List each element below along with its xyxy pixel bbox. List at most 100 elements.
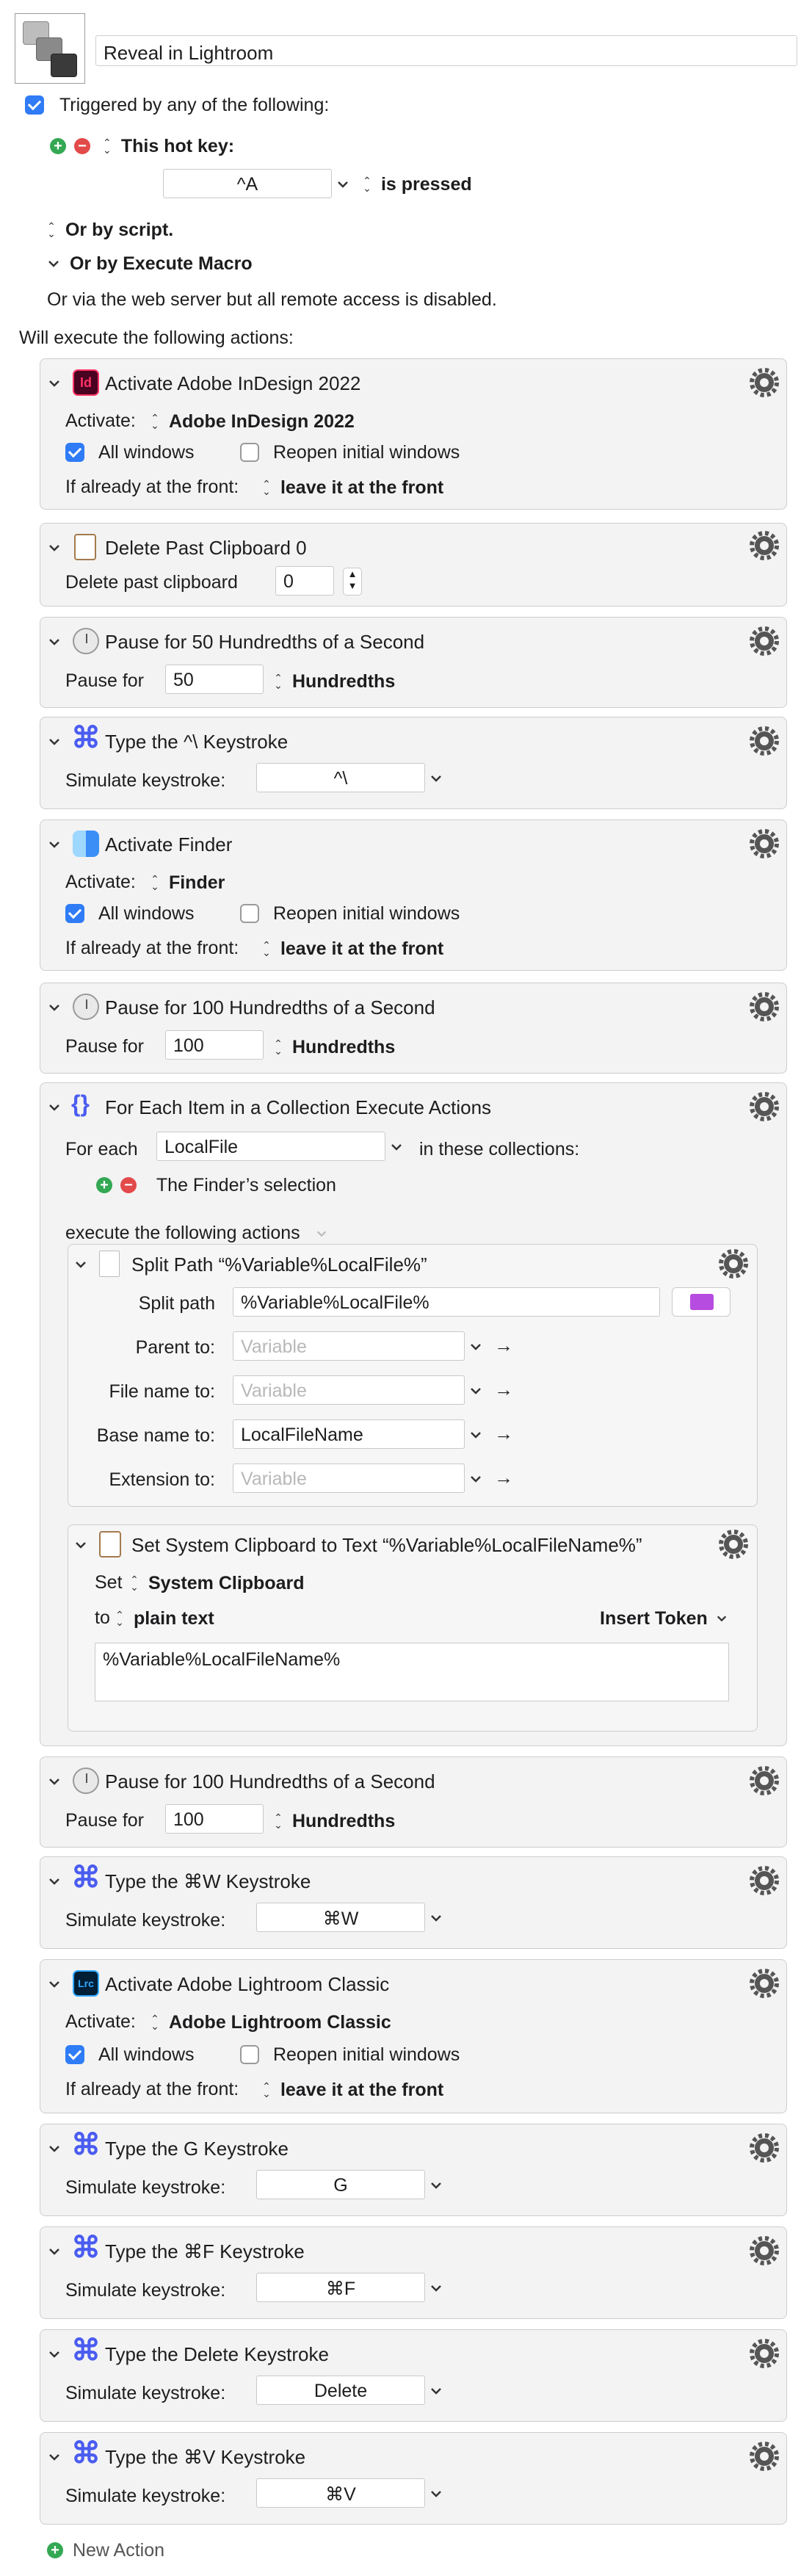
all-windows-option[interactable]: All windows: [65, 441, 195, 463]
arrow-right-icon[interactable]: →: [494, 1378, 513, 1401]
chevron-down-icon[interactable]: [336, 178, 349, 191]
collapse-chevron-icon[interactable]: [74, 1258, 87, 1271]
folder-picker-button[interactable]: [672, 1287, 731, 1317]
collapse-chevron-icon[interactable]: [48, 838, 61, 851]
filename-variable-field[interactable]: Variable: [233, 1375, 465, 1405]
pause-value-field[interactable]: 100: [165, 1030, 264, 1060]
chevron-down-icon[interactable]: [390, 1140, 403, 1154]
all-windows-checkbox[interactable]: [65, 443, 84, 463]
pause-value-field[interactable]: 100: [165, 1804, 264, 1834]
macro-icon[interactable]: [15, 13, 85, 84]
action-pause-100[interactable]: Pause for 100 Hundredths of a Second Pau…: [40, 983, 787, 1074]
remove-collection-button[interactable]: −: [120, 1177, 137, 1194]
trigger-checkbox[interactable]: [25, 95, 44, 115]
action-pause-100-b[interactable]: Pause for 100 Hundredths of a Second Pau…: [40, 1756, 787, 1848]
action-type-cmd-f[interactable]: ⌘ Type the ⌘F Keystroke Simulate keystro…: [40, 2226, 787, 2319]
action-type-ctrl-backslash[interactable]: ⌘ Type the ^\ Keystroke Simulate keystro…: [40, 717, 787, 809]
reopen-checkbox[interactable]: [240, 904, 259, 924]
front-selector[interactable]: ⌃ ⌄ leave it at the front: [262, 477, 443, 499]
keystroke-field[interactable]: ⌘F: [256, 2273, 425, 2302]
action-set-clipboard[interactable]: Set System Clipboard to Text “%Variable%…: [68, 1524, 758, 1732]
chevron-down-icon[interactable]: [429, 2282, 443, 2295]
hotkey-state[interactable]: ⌃ ⌄ is pressed: [363, 173, 472, 195]
action-activate-indesign[interactable]: Id Activate Adobe InDesign 2022 Activate…: [40, 358, 787, 510]
collapse-chevron-icon[interactable]: [48, 1875, 61, 1888]
add-trigger-button[interactable]: +: [50, 138, 66, 155]
or-by-script[interactable]: ⌃ ⌄ Or by script.: [47, 219, 173, 241]
gear-icon[interactable]: [750, 2442, 779, 2471]
parent-variable-field[interactable]: Variable: [233, 1331, 465, 1361]
all-windows-option[interactable]: All windows: [65, 2044, 195, 2066]
collapse-chevron-icon[interactable]: [48, 635, 61, 648]
chevron-down-icon[interactable]: [429, 2487, 443, 2500]
collapse-chevron-icon[interactable]: [48, 2450, 61, 2464]
arrow-right-icon[interactable]: →: [494, 1466, 513, 1489]
reopen-option[interactable]: Reopen initial windows: [240, 441, 460, 463]
gear-icon[interactable]: [750, 531, 779, 560]
new-action-button[interactable]: + New Action: [47, 2539, 164, 2561]
front-selector[interactable]: ⌃ ⌄ leave it at the front: [262, 2079, 443, 2101]
gear-icon[interactable]: [719, 1530, 748, 1559]
front-selector[interactable]: ⌃ ⌄ leave it at the front: [262, 938, 443, 960]
all-windows-checkbox[interactable]: [65, 904, 84, 924]
gear-icon[interactable]: [750, 1092, 779, 1121]
collapse-chevron-icon[interactable]: [48, 1001, 61, 1014]
reopen-checkbox[interactable]: [240, 443, 259, 463]
chevron-down-icon[interactable]: [469, 1340, 482, 1353]
add-collection-button[interactable]: +: [96, 1177, 112, 1194]
text-format-selector[interactable]: ⌃ ⌄ plain text: [115, 1607, 214, 1629]
collapse-chevron-icon[interactable]: [48, 2348, 61, 2361]
app-selector[interactable]: ⌃ ⌄ Finder: [151, 872, 225, 894]
chevron-down-icon[interactable]: [429, 1911, 443, 1925]
reopen-checkbox[interactable]: [240, 2045, 259, 2065]
gear-icon[interactable]: [750, 2339, 779, 2368]
arrow-right-icon[interactable]: →: [494, 1422, 513, 1445]
keystroke-field[interactable]: ⌘W: [256, 1903, 425, 1932]
macro-name-field[interactable]: Reveal in Lightroom: [95, 35, 797, 66]
gear-icon[interactable]: [750, 726, 779, 756]
action-type-cmd-w[interactable]: ⌘ Type the ⌘W Keystroke Simulate keystro…: [40, 1856, 787, 1949]
gear-icon[interactable]: [750, 368, 779, 397]
clipboard-target-selector[interactable]: ⌃ ⌄ System Clipboard: [130, 1572, 304, 1594]
action-delete-past-clipboard[interactable]: Delete Past Clipboard 0 Delete past clip…: [40, 523, 787, 607]
all-windows-option[interactable]: All windows: [65, 902, 195, 925]
chevron-down-icon[interactable]: [469, 1428, 482, 1441]
action-type-cmd-v[interactable]: ⌘ Type the ⌘V Keystroke Simulate keystro…: [40, 2432, 787, 2525]
gear-icon[interactable]: [750, 1766, 779, 1795]
action-split-path[interactable]: Split Path “%Variable%LocalFile%” Split …: [68, 1244, 758, 1507]
gear-icon[interactable]: [750, 829, 779, 858]
gear-icon[interactable]: [750, 2133, 779, 2163]
gear-icon[interactable]: [750, 626, 779, 656]
app-selector[interactable]: ⌃ ⌄ Adobe InDesign 2022: [151, 410, 355, 433]
gear-icon[interactable]: [750, 1866, 779, 1895]
pause-value-field[interactable]: 50: [165, 665, 264, 694]
gear-icon[interactable]: [750, 2236, 779, 2265]
remove-trigger-button[interactable]: −: [73, 138, 90, 155]
gear-icon[interactable]: [750, 992, 779, 1021]
extension-variable-field[interactable]: Variable: [233, 1464, 465, 1493]
keystroke-field[interactable]: G: [256, 2170, 425, 2199]
chevron-down-icon[interactable]: [469, 1472, 482, 1486]
for-each-variable-field[interactable]: LocalFile: [156, 1132, 385, 1161]
collapse-chevron-icon[interactable]: [74, 1538, 87, 1552]
stepper[interactable]: ▲ ▼: [343, 568, 362, 596]
basename-variable-field[interactable]: LocalFileName: [233, 1419, 465, 1449]
collapse-chevron-icon[interactable]: [48, 1978, 61, 1991]
chevron-down-icon[interactable]: [429, 2179, 443, 2192]
split-path-field[interactable]: %Variable%LocalFile%: [233, 1287, 660, 1317]
insert-token-menu[interactable]: Insert Token: [600, 1607, 728, 1629]
keystroke-field[interactable]: ^\: [256, 763, 425, 792]
or-by-execute-macro[interactable]: Or by Execute Macro: [47, 253, 253, 275]
gear-icon[interactable]: [719, 1249, 748, 1278]
reopen-option[interactable]: Reopen initial windows: [240, 902, 460, 925]
collapse-chevron-icon[interactable]: [48, 1775, 61, 1788]
unit-selector[interactable]: ⌃ ⌄ Hundredths: [274, 1036, 395, 1058]
action-type-g[interactable]: ⌘ Type the G Keystroke Simulate keystrok…: [40, 2124, 787, 2216]
keystroke-field[interactable]: Delete: [256, 2376, 425, 2405]
clipboard-index-field[interactable]: 0: [275, 566, 334, 596]
clipboard-text-area[interactable]: %Variable%LocalFileName%: [95, 1643, 729, 1701]
action-activate-finder[interactable]: Activate Finder Activate: ⌃ ⌄ Finder All …: [40, 820, 787, 971]
collapse-chevron-icon[interactable]: [48, 541, 61, 554]
unit-selector[interactable]: ⌃ ⌄ Hundredths: [274, 1810, 395, 1832]
collapse-chevron-icon[interactable]: [48, 2245, 61, 2258]
